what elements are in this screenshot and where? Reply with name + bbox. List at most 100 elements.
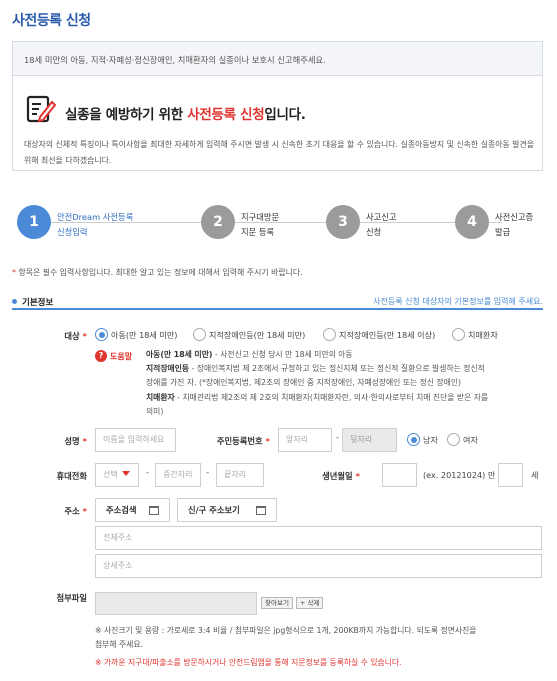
section-title-text: 기본정보: [22, 298, 54, 308]
phone-dash-2: -: [206, 468, 210, 478]
target-option-dementia[interactable]: 치매환자: [468, 330, 498, 341]
name-label-text: 성명: [64, 436, 80, 446]
step-2-label: 지구대방문 지문 등록: [241, 210, 279, 240]
target-label-text: 대상: [64, 331, 80, 341]
step-2-circle: 2: [201, 205, 235, 239]
step-2-line1: 지구대방문: [241, 212, 280, 222]
window-icon: [149, 506, 159, 515]
step-1-line1: 안전Dream 사전등록: [57, 212, 134, 222]
help-dementia: 치매환자 - 치매관리법 제2조의 제 2호의 치매환자(치매환자란, 의사·한…: [146, 391, 546, 404]
help-disabled-2: 장애를 가진 자. (*장애인복지법, 제2조의 장애인 중 지적장애인, 자폐…: [146, 378, 462, 387]
step-3-line1: 사고신고: [366, 212, 397, 222]
help-icon: ?: [95, 350, 107, 362]
gender-option-female[interactable]: 여자: [463, 435, 478, 446]
phone-last-input[interactable]: 끝자리: [216, 463, 264, 487]
gender-radio-male[interactable]: [407, 433, 420, 446]
required-note-text: 항목은 필수 입력사항입니다. 최대한 알고 있는 정보에 대해서 입력해 주시…: [15, 268, 303, 277]
target-radio-disabled-minor[interactable]: [193, 328, 206, 341]
target-option-disabled-minor[interactable]: 지적장애인등(만 18세 미만): [209, 330, 305, 341]
required-star: *: [82, 506, 87, 516]
step-4-circle: 4: [455, 205, 489, 239]
photo-note-2: 첨부해 주세요.: [95, 640, 143, 649]
bullet-icon: [12, 299, 17, 304]
target-option-child[interactable]: 아동(만 18세 미만): [111, 330, 177, 341]
rrn-label-text: 주민등록번호: [216, 436, 263, 446]
notice-title-highlight: 사전등록 신청: [187, 107, 265, 123]
notice-description: 대상자의 신체적 특징이나 특이사항을 최대한 자세하게 입력해 주시면 발생 …: [24, 140, 535, 165]
help-dementia-bold: 치매환자: [146, 393, 175, 402]
address-full-input[interactable]: 전체주소: [95, 526, 542, 550]
required-star: *: [82, 436, 87, 446]
help-dementia-2: 의미): [146, 407, 164, 416]
phone-mid-input[interactable]: 중간자리: [155, 463, 201, 487]
page-title: 사전등록 신청: [12, 13, 91, 29]
target-option-disabled-adult[interactable]: 지적장애인등(만 18세 이상): [339, 330, 435, 341]
address-detail-input[interactable]: 상세주소: [95, 554, 542, 578]
rrn-back-input[interactable]: 뒷자리: [342, 428, 397, 452]
help-title: 도움말: [110, 352, 133, 361]
required-star: *: [265, 436, 270, 446]
rrn-dash: -: [336, 433, 340, 443]
address-label: 주소 *: [12, 505, 87, 517]
edit-note-icon: [26, 95, 56, 123]
address-toggle-label: 신/구 주소보기: [188, 505, 240, 515]
section-hint: 사전등록 신청 대상자의 기본정보를 입력해 주세요.: [373, 297, 543, 306]
address-search-label: 주소검색: [106, 505, 137, 515]
target-radio-child[interactable]: [95, 328, 108, 341]
step-1-label: 안전Dream 사전등록 신청입력: [57, 210, 133, 240]
required-note: * 항목은 필수 입력사항입니다. 최대한 알고 있는 정보에 대해서 입력해 …: [12, 267, 303, 278]
attach-delete-button[interactable]: + 삭제: [296, 597, 324, 609]
help-disabled-bold: 지적장애인등: [146, 364, 190, 373]
step-2-line2: 지문 등록: [241, 227, 275, 237]
step-1-circle: 1: [17, 205, 51, 239]
notice-top-text: 18세 미만의 아동, 지적·자폐성·정신장애인, 치매환자의 실종이나 보호시…: [24, 55, 326, 65]
required-star: *: [355, 471, 360, 481]
visit-note: ※ 가까운 지구대/파출소를 방문하시거나 안전드림앱을 통해 지문정보를 등록…: [95, 658, 402, 667]
notice-title-prefix: 실종을 예방하기 위한: [65, 107, 188, 123]
attach-find-button[interactable]: 찾아보기: [261, 597, 293, 609]
rrn-label: 주민등록번호 *: [195, 435, 270, 447]
notice-banner: 18세 미만의 아동, 지적·자폐성·정신장애인, 치매환자의 실종이나 보호시…: [12, 41, 543, 75]
birth-input[interactable]: [382, 463, 417, 487]
help-child-bold: 아동(만 18세 미만): [146, 350, 213, 359]
help-disabled-text1: - 장애인복지법 제 2조에서 규정하고 있는 정신지체 또는 정신적 질환으로…: [189, 364, 485, 373]
gender-option-male[interactable]: 남자: [423, 435, 438, 446]
help-child: 아동(만 18세 미만) - 사전신고 신청 당시 만 18세 미만의 아동: [146, 348, 546, 361]
birth-example: (ex. 20121024) 만: [423, 470, 496, 480]
attach-label: 첨부파일: [56, 593, 87, 603]
window-icon: [256, 506, 266, 515]
age-input[interactable]: [498, 463, 523, 487]
step-1-line2: 신청입력: [57, 227, 88, 237]
chevron-down-icon: [122, 471, 130, 476]
photo-note: ※ 사진크기 및 용량 : 가로세로 3:4 비율 / 첨부파일은 jpg형식으…: [95, 626, 477, 635]
help-child-text: - 사전신고 신청 당시 만 18세 미만의 아동: [212, 350, 353, 359]
section-title: 기본정보: [12, 296, 53, 308]
step-4-line2: 발급: [495, 227, 511, 237]
name-input[interactable]: 이름을 입력하세요: [95, 428, 176, 452]
step-3-line2: 신청: [366, 227, 382, 237]
step-4-label: 사전신고증 발급: [495, 210, 533, 240]
address-toggle-button[interactable]: 신/구 주소보기: [177, 498, 277, 522]
progress-steps: 1 안전Dream 사전등록 신청입력 2 지구대방문 지문 등록 3 사고신고…: [12, 201, 543, 245]
phone-prefix-select[interactable]: 선택: [95, 463, 139, 487]
address-search-button[interactable]: 주소검색: [95, 498, 170, 522]
attach-path-input[interactable]: [95, 592, 257, 615]
step-3-label: 사고신고 신청: [366, 210, 397, 240]
phone-label: 휴대전화: [56, 471, 87, 481]
required-star: *: [82, 331, 87, 341]
target-label: 대상 *: [12, 330, 87, 342]
birth-label-text: 생년월일: [322, 471, 353, 481]
rrn-front-input[interactable]: 앞자리: [278, 428, 332, 452]
gender-radio-female[interactable]: [447, 433, 460, 446]
phone-dash-1: -: [146, 468, 150, 478]
step-3-circle: 3: [326, 205, 360, 239]
help-dementia-text1: - 치매관리법 제2조의 제 2호의 치매환자(치매환자란, 의사·한의사로부터…: [174, 393, 489, 402]
phone-prefix-value: 선택: [103, 470, 118, 479]
help-disabled: 지적장애인등 - 장애인복지법 제 2조에서 규정하고 있는 정신지체 또는 정…: [146, 362, 546, 375]
address-label-text: 주소: [64, 506, 80, 516]
name-label: 성명 *: [12, 435, 87, 447]
notice-box: 실종을 예방하기 위한 사전등록 신청입니다. 대상자의 신체적 특징이나 특이…: [12, 75, 543, 171]
age-unit: 세: [531, 470, 539, 480]
target-radio-dementia[interactable]: [452, 328, 465, 341]
target-radio-disabled-adult[interactable]: [323, 328, 336, 341]
